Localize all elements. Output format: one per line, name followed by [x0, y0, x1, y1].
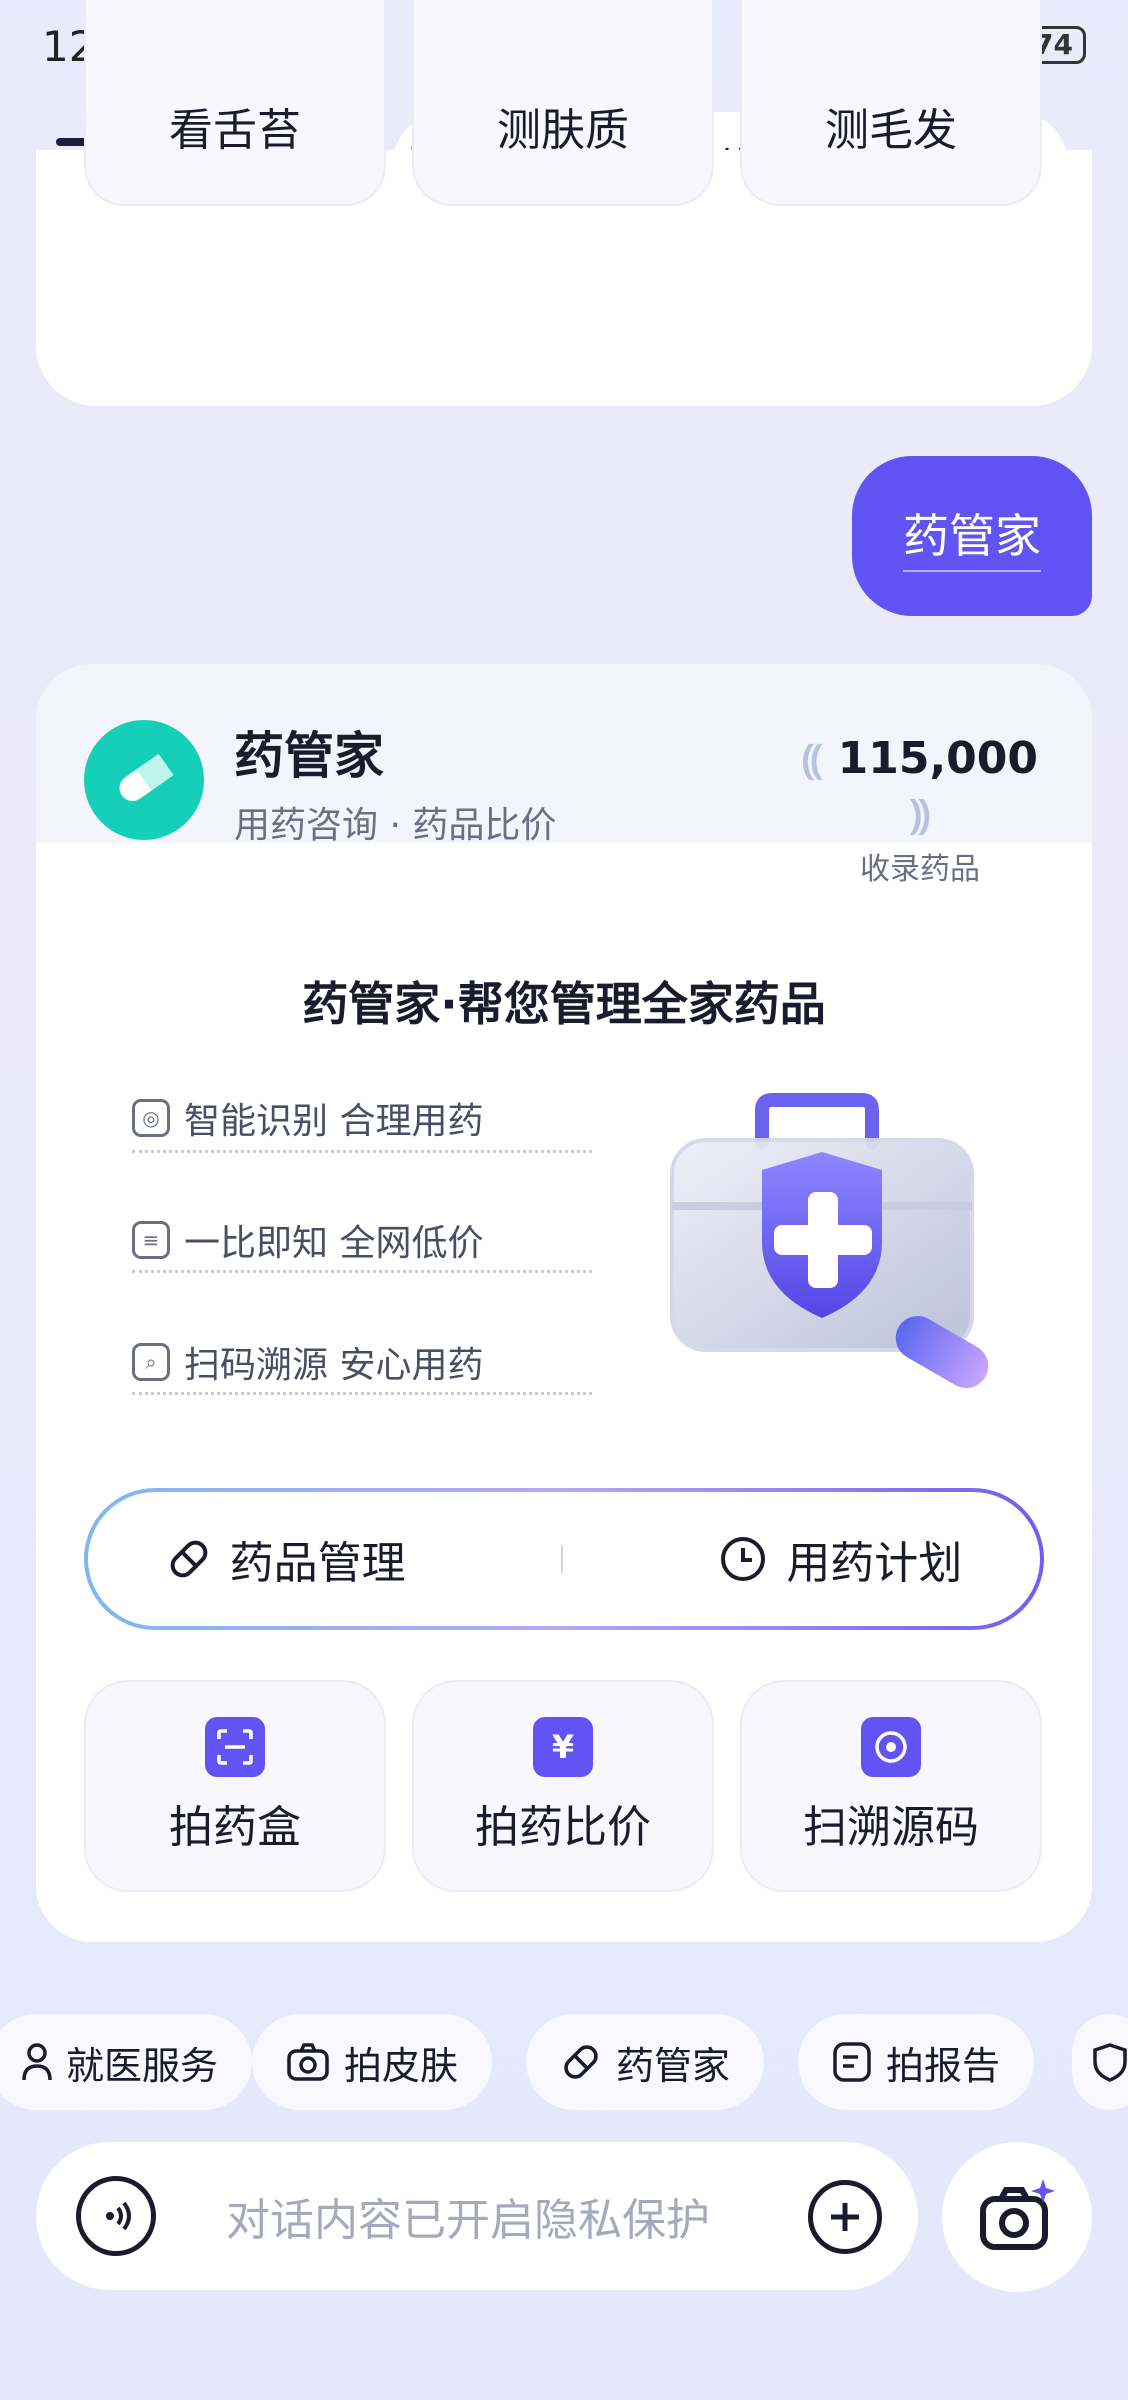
chip-skin[interactable]: 测肤质	[412, 0, 714, 206]
feature-text: 扫码溯源 安心用药	[184, 1345, 484, 1386]
medication-plan-label: 用药计划	[786, 1538, 963, 1589]
camera-icon	[287, 2043, 329, 2081]
chip-label: 拍皮肤	[344, 2043, 459, 2088]
user-message-bubble[interactable]: 药管家	[852, 456, 1092, 616]
person-icon	[22, 2043, 52, 2081]
feature-item: ◎ 智能识别 合理用药	[132, 1092, 483, 1144]
quick-chip-medical-service[interactable]: 就医服务	[0, 2014, 253, 2110]
quick-chip-skin-photo[interactable]: 拍皮肤	[252, 2014, 493, 2110]
document-small-icon: ≡	[132, 1221, 170, 1259]
feature-text: 一比即知 全网低价	[184, 1223, 484, 1264]
chip-label: 就医服务	[66, 2043, 219, 2088]
pill-icon	[564, 2045, 598, 2079]
drug-management-label: 药品管理	[229, 1538, 406, 1589]
divider	[132, 1270, 592, 1273]
medicine-box-illustration	[670, 1093, 989, 1388]
laurel-right-icon: ⸩	[909, 792, 931, 838]
card-subtitle: 用药咨询 · 药品比价	[234, 805, 557, 846]
chip-label: 药管家	[616, 2043, 731, 2088]
tool-label: 扫溯源码	[803, 1802, 979, 1853]
shield-icon	[1093, 2043, 1127, 2082]
voice-input-icon[interactable]	[76, 2176, 156, 2256]
tool-photo-box[interactable]: 拍药盒	[84, 1680, 386, 1892]
yuan-icon: ¥	[533, 1717, 593, 1777]
feature-item: ≡ 一比即知 全网低价	[132, 1214, 483, 1266]
tool-price-compare[interactable]: ¥ 拍药比价	[412, 1680, 714, 1892]
target-icon	[861, 1717, 921, 1777]
inner-heading: 药管家·帮您管理全家药品	[302, 977, 826, 1031]
camera-small-icon: ◎	[132, 1099, 170, 1137]
tool-label: 拍药盒	[169, 1802, 301, 1853]
plus-icon[interactable]	[808, 2180, 882, 2254]
drug-count: ⸨ 115,000 ⸩ 收录药品	[800, 730, 1040, 888]
camera-sparkle-icon	[980, 2179, 1055, 2250]
user-message-text: 药管家	[903, 500, 1041, 572]
divider	[560, 1545, 563, 1573]
tool-trace-code[interactable]: 扫溯源码	[740, 1680, 1042, 1892]
scan-frame-icon	[205, 1717, 265, 1777]
quick-chip-drug-manager[interactable]: 药管家	[526, 2014, 765, 2110]
medication-plan-button[interactable]: 用药计划	[718, 1527, 962, 1591]
camera-button[interactable]	[942, 2142, 1092, 2292]
report-icon	[833, 2042, 871, 2082]
chip-tongue[interactable]: 看舌苔	[84, 0, 386, 206]
chip-label: 拍报告	[886, 2043, 1001, 2088]
quick-chip-report-photo[interactable]: 拍报告	[798, 2014, 1035, 2110]
laurel-left-icon: ⸨	[801, 737, 823, 783]
scan-small-icon: ⌕	[132, 1343, 170, 1381]
chip-hair[interactable]: 测毛发	[740, 0, 1042, 206]
drug-management-button[interactable]: 药品管理	[166, 1527, 406, 1591]
count-label: 收录药品	[860, 852, 980, 887]
pill-icon	[170, 1540, 208, 1578]
divider	[132, 1392, 592, 1395]
quick-chip-more[interactable]	[1072, 2014, 1128, 2110]
feature-item: ⌕ 扫码溯源 安心用药	[132, 1336, 483, 1388]
clock-icon	[721, 1537, 766, 1581]
chat-input[interactable]: 对话内容已开启隐私保护	[226, 2184, 710, 2248]
divider	[132, 1150, 592, 1153]
feature-text: 智能识别 合理用药	[184, 1101, 484, 1142]
pill-logo-icon	[84, 720, 204, 840]
action-pill: 药品管理 用药计划	[84, 1488, 1044, 1630]
count-value: 115,000	[837, 733, 1039, 784]
card-title: 药管家	[234, 727, 384, 785]
tool-label: 拍药比价	[475, 1802, 651, 1853]
